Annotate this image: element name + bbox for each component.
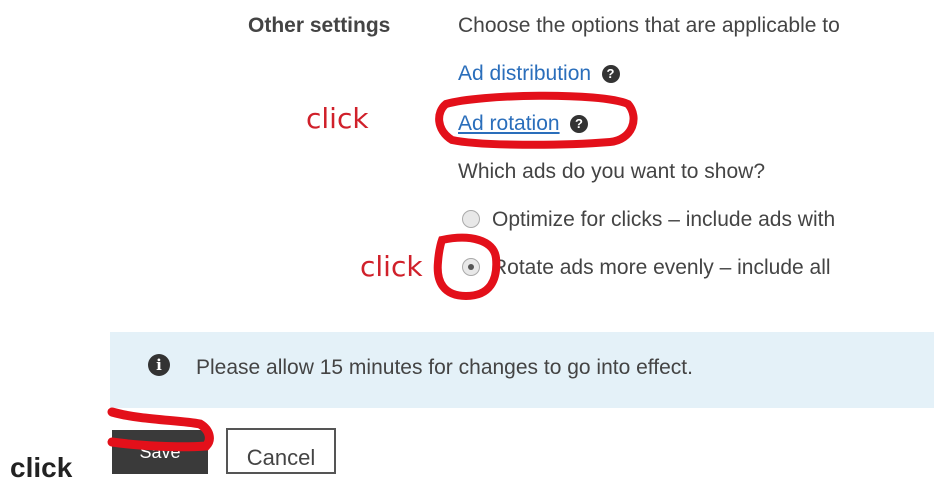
annotation-click-save: click	[10, 452, 73, 483]
radio-optimize-clicks[interactable]	[462, 210, 480, 228]
info-banner: i Please allow 15 minutes for changes to…	[110, 332, 934, 408]
option-optimize-clicks[interactable]: Optimize for clicks – include ads with	[462, 208, 835, 232]
info-message: Please allow 15 minutes for changes to g…	[196, 356, 693, 379]
info-icon: i	[148, 354, 170, 376]
ad-rotation-row: Ad rotation ?	[458, 112, 589, 136]
ad-distribution-row: Ad distribution ?	[458, 62, 620, 86]
help-icon[interactable]: ?	[570, 115, 589, 133]
option-rotate-evenly[interactable]: Rotate ads more evenly – include all	[462, 256, 831, 280]
save-button[interactable]: Save	[112, 430, 208, 474]
other-settings-description: Choose the options that are applicable t…	[458, 14, 840, 37]
annotation-click-radio: click	[360, 250, 423, 283]
radio-rotate-evenly[interactable]	[462, 258, 480, 276]
ad-distribution-link[interactable]: Ad distribution	[458, 62, 591, 85]
help-icon[interactable]: ?	[601, 65, 620, 83]
option-optimize-label: Optimize for clicks – include ads with	[492, 208, 836, 231]
ad-rotation-link[interactable]: Ad rotation	[458, 112, 560, 135]
other-settings-label: Other settings	[248, 14, 391, 37]
ads-question: Which ads do you want to show?	[458, 160, 766, 183]
annotation-click-rotation: click	[306, 102, 369, 135]
option-rotate-label: Rotate ads more evenly – include all	[492, 256, 831, 279]
cancel-button[interactable]: Cancel	[226, 428, 336, 474]
